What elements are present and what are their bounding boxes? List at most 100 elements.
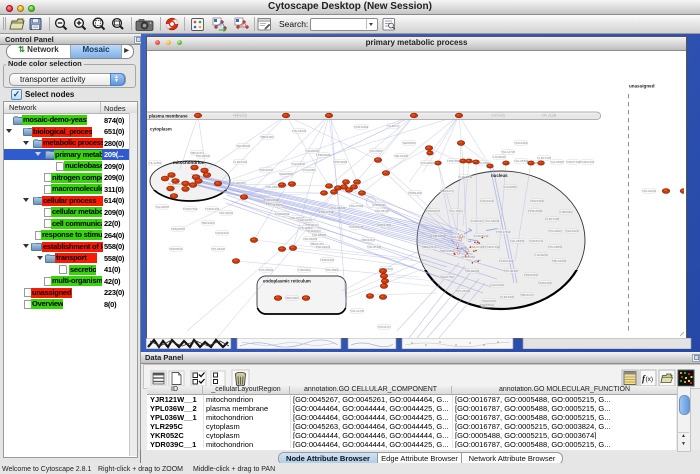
svg-text:YGL062W: YGL062W	[316, 245, 330, 249]
svg-text:YGR240C: YGR240C	[491, 114, 506, 118]
svg-text:YCR012W: YCR012W	[580, 160, 595, 164]
svg-text:YLR174W: YLR174W	[537, 156, 551, 160]
svg-text:YKL060C: YKL060C	[548, 229, 562, 233]
svg-text:YCR012W: YCR012W	[499, 259, 514, 263]
svg-text:unassigned: unassigned	[629, 84, 655, 89]
svg-text:YGR240C: YGR240C	[215, 231, 230, 235]
svg-text:YLR134W: YLR134W	[458, 175, 472, 179]
svg-text:mitochondrion: mitochondrion	[173, 160, 205, 165]
svg-text:YOL086C: YOL086C	[420, 161, 434, 165]
svg-text:YGL253W: YGL253W	[514, 159, 528, 163]
svg-text:YER065C: YER065C	[402, 141, 417, 145]
svg-text:YFR053C: YFR053C	[372, 203, 386, 207]
svg-text:YDL066W: YDL066W	[303, 237, 317, 241]
svg-text:YJR009C: YJR009C	[559, 210, 573, 214]
svg-text:YKL085W: YKL085W	[196, 154, 210, 158]
svg-text:YER065C: YER065C	[279, 172, 294, 176]
svg-text:endoplasmic reticulum: endoplasmic reticulum	[263, 279, 311, 284]
svg-text:YPL061W: YPL061W	[375, 209, 389, 213]
svg-text:YIL125W: YIL125W	[149, 161, 162, 165]
svg-text:YPR160W: YPR160W	[447, 159, 462, 163]
svg-text:YOR136W: YOR136W	[264, 198, 279, 202]
svg-text:YGL253W: YGL253W	[510, 239, 524, 243]
svg-text:YGR192C: YGR192C	[291, 162, 306, 166]
svg-text:YPR160W: YPR160W	[528, 209, 543, 213]
svg-text:YOL086C: YOL086C	[302, 168, 316, 172]
svg-text:YOR374W: YOR374W	[485, 245, 500, 249]
svg-text:YKL060C: YKL060C	[369, 149, 383, 153]
svg-text:YNL117W: YNL117W	[350, 309, 364, 313]
svg-text:YAL038W: YAL038W	[550, 160, 564, 164]
svg-text:YOR347C: YOR347C	[529, 239, 544, 243]
svg-text:YOR136W: YOR136W	[354, 125, 369, 129]
svg-text:YMR118C: YMR118C	[538, 281, 553, 285]
svg-text:YDR148C: YDR148C	[514, 141, 529, 145]
svg-text:YLR134W: YLR134W	[233, 160, 247, 164]
svg-text:YPL262W: YPL262W	[542, 114, 556, 118]
svg-text:YDR432W: YDR432W	[431, 234, 446, 238]
svg-text:YIL107C: YIL107C	[387, 124, 400, 128]
svg-text:YLR044C: YLR044C	[232, 181, 246, 185]
svg-text:YOR374W: YOR374W	[566, 160, 581, 164]
svg-text:YGR254W: YGR254W	[474, 234, 489, 238]
svg-text:YBR117C: YBR117C	[440, 189, 454, 193]
svg-text:YGR254W: YGR254W	[275, 212, 290, 216]
svg-text:YBR117C: YBR117C	[520, 293, 534, 297]
svg-text:YNL117W: YNL117W	[501, 150, 515, 154]
svg-text:YLR044C: YLR044C	[470, 219, 484, 223]
svg-text:YOL056W: YOL056W	[259, 268, 273, 272]
svg-text:YML070W: YML070W	[470, 245, 485, 249]
svg-text:YJL052W: YJL052W	[534, 253, 547, 257]
svg-text:YKL152C: YKL152C	[325, 268, 339, 272]
svg-text:YLR134W: YLR134W	[500, 295, 514, 299]
svg-text:plasma membrane: plasma membrane	[149, 114, 188, 119]
svg-text:cytoplasm: cytoplasm	[150, 127, 172, 132]
svg-text:YCL040W: YCL040W	[485, 219, 499, 223]
svg-text:YER178C: YER178C	[377, 223, 392, 227]
svg-text:YCL040W: YCL040W	[331, 206, 345, 210]
svg-text:YGL062W: YGL062W	[292, 129, 306, 133]
svg-text:YPL262W: YPL262W	[456, 289, 470, 293]
svg-text:YKL152C: YKL152C	[449, 209, 463, 213]
svg-text:YCR012W: YCR012W	[205, 207, 220, 211]
svg-text:YDL022W: YDL022W	[465, 269, 479, 273]
svg-text:YGL253W: YGL253W	[266, 185, 280, 189]
svg-text:YMR105C: YMR105C	[233, 114, 248, 118]
svg-text:YBL015W: YBL015W	[394, 154, 408, 158]
svg-text:YDL022W: YDL022W	[642, 189, 656, 193]
svg-text:YJR009C: YJR009C	[297, 268, 311, 272]
svg-text:YOR347C: YOR347C	[349, 225, 364, 229]
svg-text:YJL052W: YJL052W	[492, 155, 505, 159]
svg-text:YMR105C: YMR105C	[524, 273, 539, 277]
svg-text:YNL071W: YNL071W	[367, 245, 381, 249]
svg-text:YDR148C: YDR148C	[530, 199, 545, 203]
svg-text:YDL066W: YDL066W	[236, 144, 250, 148]
svg-text:YPR001W: YPR001W	[320, 258, 335, 262]
svg-text:YER178C: YER178C	[440, 275, 455, 279]
svg-text:YBL015W: YBL015W	[552, 259, 566, 263]
svg-text:YBR196C: YBR196C	[201, 221, 216, 225]
svg-text:YMR118C: YMR118C	[408, 191, 423, 195]
svg-text:YPL061W: YPL061W	[504, 269, 518, 273]
svg-text:YOR374W: YOR374W	[183, 207, 198, 211]
svg-text:YGR240C: YGR240C	[490, 283, 505, 287]
svg-text:YDR050C: YDR050C	[169, 247, 184, 251]
svg-text:YLR174W: YLR174W	[545, 217, 559, 221]
svg-text:YBR196C: YBR196C	[440, 249, 455, 253]
svg-text:YIL107C: YIL107C	[271, 203, 284, 207]
svg-text:YBR221C: YBR221C	[361, 238, 376, 242]
svg-text:YBR196C: YBR196C	[285, 296, 300, 300]
svg-text:YGR193C: YGR193C	[298, 218, 313, 222]
svg-text:YDR345C: YDR345C	[426, 209, 441, 213]
svg-text:YDR345C: YDR345C	[259, 168, 274, 172]
svg-text:YPR160W: YPR160W	[333, 160, 348, 164]
svg-text:YPL262W: YPL262W	[211, 247, 225, 251]
svg-text:YPL017C: YPL017C	[377, 325, 391, 329]
svg-text:YML070W: YML070W	[349, 204, 364, 208]
svg-text:(x): (x)	[646, 376, 654, 383]
svg-text:YHR174W: YHR174W	[496, 230, 511, 234]
svg-text:YPR001W: YPR001W	[316, 153, 331, 157]
svg-text:YBR221C: YBR221C	[422, 245, 437, 249]
svg-text:YDR050C: YDR050C	[480, 303, 495, 307]
svg-text:YMR105C: YMR105C	[171, 227, 186, 231]
